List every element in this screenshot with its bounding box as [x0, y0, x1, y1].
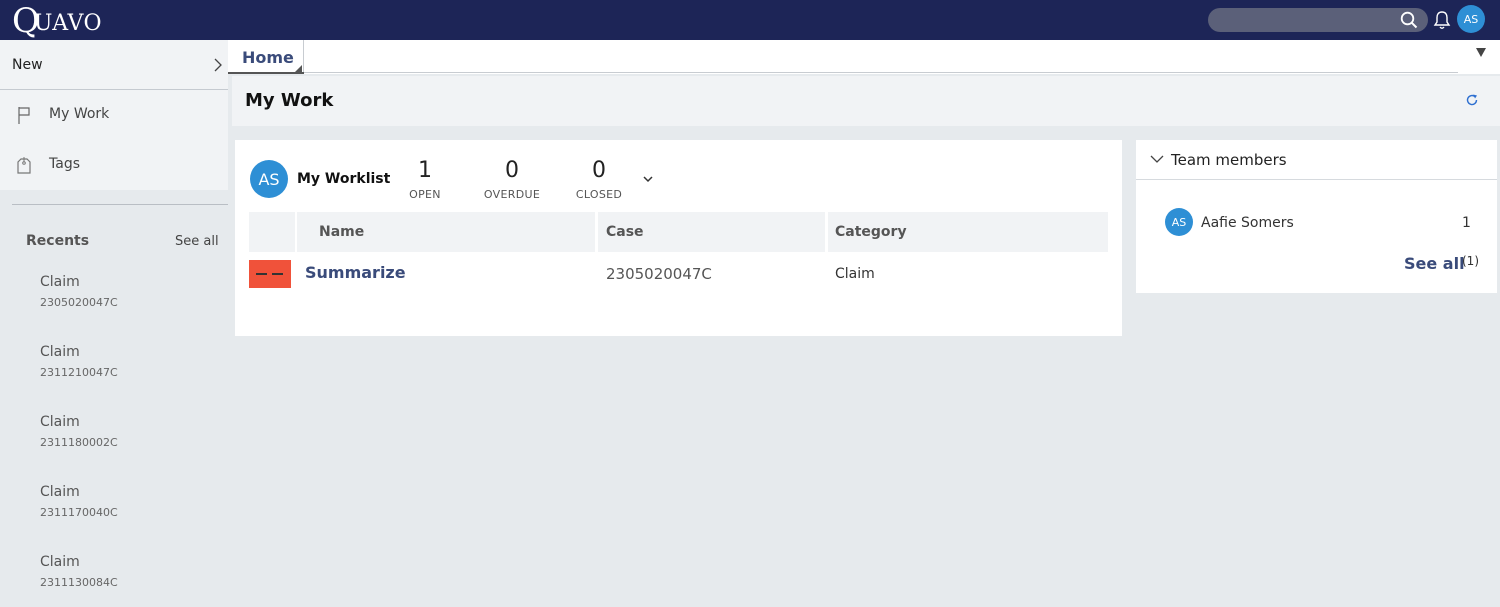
tab-home[interactable]: Home: [228, 40, 304, 74]
count-value: 0: [592, 158, 606, 183]
case-id[interactable]: 2305020047C: [606, 265, 712, 283]
worklist-card: AS My Worklist 1 OPEN 0 OVERDUE 0 CLOSED…: [235, 140, 1122, 336]
case-category: Claim: [835, 266, 875, 282]
team-see-all-link[interactable]: See all: [1404, 254, 1465, 273]
column-header-label: Category: [835, 224, 907, 240]
recent-item-title: Claim: [40, 344, 80, 360]
search-icon[interactable]: [1400, 11, 1418, 29]
recent-item[interactable]: Claim 2311130084C: [40, 554, 220, 604]
recent-item-id: 2311130084C: [40, 576, 118, 589]
page-header: My Work: [232, 76, 1500, 126]
table-header: Name Case Category: [249, 212, 1108, 252]
column-header-label: Name: [319, 224, 365, 240]
count-open[interactable]: 1 OPEN: [385, 158, 465, 201]
bell-icon[interactable]: [1433, 10, 1451, 30]
member-avatar: AS: [1165, 208, 1193, 236]
new-menu-button[interactable]: New: [0, 40, 228, 90]
sidebar-item-label: Tags: [49, 156, 80, 172]
tab-bar-divider: [303, 72, 1458, 73]
recent-item-title: Claim: [40, 554, 80, 570]
count-overdue[interactable]: 0 OVERDUE: [472, 158, 552, 201]
recent-item-id: 2311210047C: [40, 366, 118, 379]
new-label: New: [12, 57, 43, 73]
count-label: OPEN: [409, 188, 441, 201]
column-header-label: Case: [606, 224, 644, 240]
column-header-category[interactable]: Category: [828, 212, 1108, 252]
flag-icon: [18, 107, 30, 124]
search-box: [1208, 8, 1428, 32]
tab-bar: Home: [228, 40, 1500, 74]
member-count: 1: [1462, 215, 1471, 231]
sidebar-divider: [12, 204, 228, 205]
sidebar-item-label: My Work: [49, 106, 110, 122]
page-title: My Work: [245, 90, 334, 111]
tag-icon: [17, 157, 31, 174]
urgency-bar: [272, 273, 283, 275]
recent-item-title: Claim: [40, 414, 80, 430]
chevron-down-icon[interactable]: [642, 174, 654, 184]
quavo-logo[interactable]: Q UAVO: [12, 3, 103, 38]
urgency-bar: [256, 273, 267, 275]
count-value: 1: [418, 158, 432, 183]
recent-item-id: 2311180002C: [40, 436, 118, 449]
search-input[interactable]: [1220, 11, 1395, 29]
sidebar-item-tags[interactable]: Tags: [0, 145, 228, 185]
recent-item[interactable]: Claim 2305020047C: [40, 274, 220, 324]
tab-label: Home: [242, 48, 294, 67]
recent-item[interactable]: Claim 2311210047C: [40, 344, 220, 394]
sidebar-item-my-work[interactable]: My Work: [0, 95, 228, 135]
tab-corner-indicator: [295, 65, 302, 72]
recent-item[interactable]: Claim 2311180002C: [40, 414, 220, 464]
tab-active-underline: [228, 72, 304, 74]
team-members-card: Team members AS Aafie Somers 1 See all (…: [1136, 140, 1497, 293]
recent-item-title: Claim: [40, 274, 80, 290]
recent-item-id: 2311170040C: [40, 506, 118, 519]
count-label: OVERDUE: [483, 188, 541, 201]
recents-see-all-link[interactable]: See all: [175, 234, 219, 249]
assignment-link[interactable]: Summarize: [305, 263, 406, 282]
team-members-title: Team members: [1171, 151, 1287, 169]
sidebar-nav: New My Work Tags: [0, 40, 228, 190]
chevron-down-icon: [1150, 155, 1164, 163]
worklist-title: My Worklist: [297, 171, 391, 187]
team-see-all-count: (1): [1462, 254, 1479, 268]
top-bar: Q UAVO AS: [0, 0, 1500, 40]
count-value: 0: [505, 158, 519, 183]
logo-letters: UAVO: [33, 10, 103, 36]
count-closed[interactable]: 0 CLOSED: [559, 158, 639, 201]
recent-item[interactable]: Claim 2311170040C: [40, 484, 220, 534]
column-header-case[interactable]: Case: [598, 212, 825, 252]
tab-menu-dropdown-icon[interactable]: [1475, 46, 1487, 58]
recents-title: Recents: [26, 233, 90, 249]
member-name[interactable]: Aafie Somers: [1201, 215, 1294, 231]
recent-item-title: Claim: [40, 484, 80, 500]
column-header-name[interactable]: Name: [297, 212, 595, 252]
table-header-flag: [249, 212, 295, 252]
team-members-header[interactable]: Team members: [1136, 140, 1497, 180]
refresh-icon[interactable]: [1465, 93, 1479, 107]
recent-item-id: 2305020047C: [40, 296, 118, 309]
count-label: CLOSED: [575, 188, 623, 201]
chevron-right-icon: [214, 58, 222, 72]
user-avatar[interactable]: AS: [1457, 5, 1485, 33]
sidebar: New My Work Tags Recents See all Claim 2…: [0, 40, 228, 607]
urgency-flag: [249, 260, 291, 288]
worklist-avatar: AS: [250, 160, 288, 198]
